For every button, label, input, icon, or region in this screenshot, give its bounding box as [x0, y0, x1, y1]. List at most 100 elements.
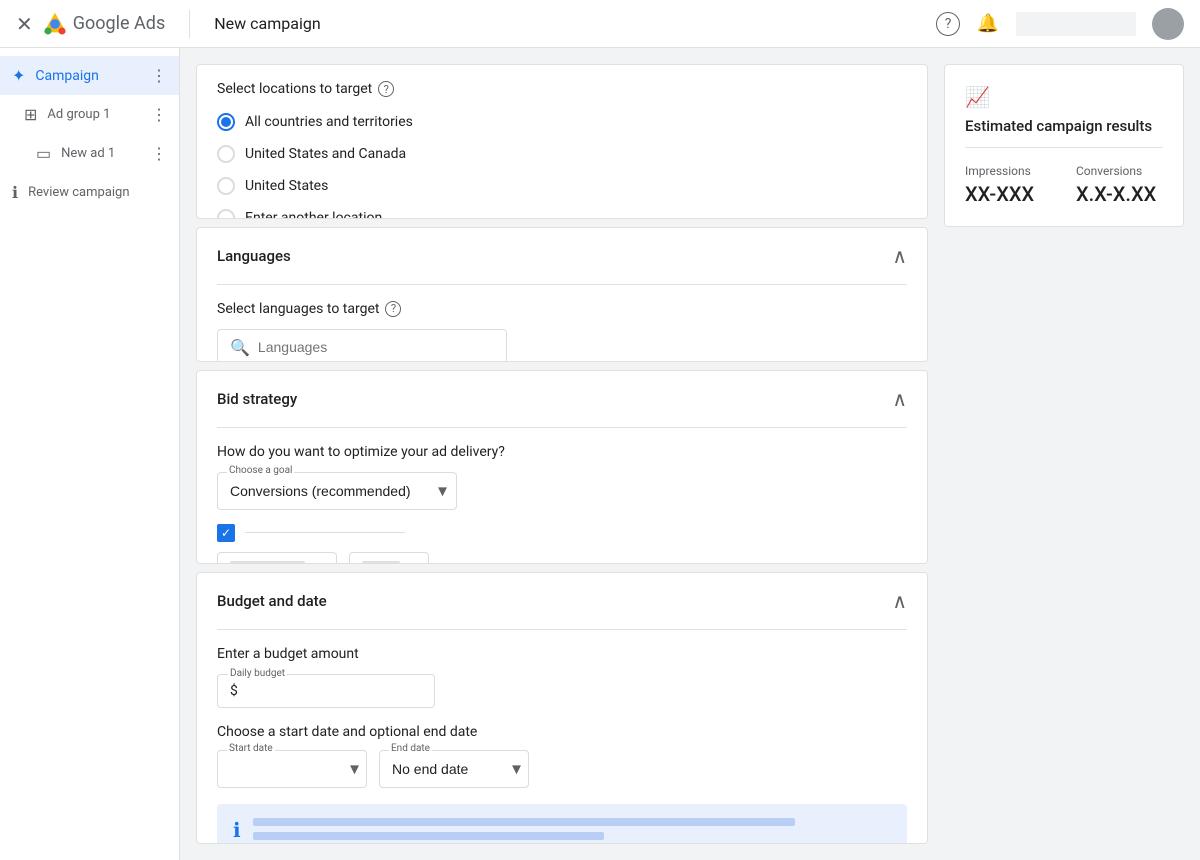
location-radio-group: All countries and territories United Sta… — [217, 113, 907, 219]
goal-select[interactable]: Conversions (recommended) — [217, 472, 457, 510]
ad-group-menu-icon[interactable]: ⋮ — [151, 105, 167, 124]
bid-input-1[interactable] — [217, 552, 337, 564]
google-logo: Google Ads — [41, 10, 165, 38]
sidebar: ✦ Campaign ⋮ ⊞ Ad group 1 ⋮ ▭ New ad 1 ⋮… — [0, 48, 180, 860]
radio-another-circle — [217, 209, 235, 219]
start-date-select[interactable] — [217, 750, 367, 788]
results-chart-icon: 📈 — [965, 85, 1163, 109]
location-option-another-label: Enter another location — [245, 210, 382, 219]
sidebar-item-new-ad[interactable]: ▭ New ad 1 ⋮ — [0, 134, 179, 173]
form-area: Select locations to target ? All countri… — [196, 64, 928, 844]
bid-strategy-chevron-icon: ∧ — [892, 387, 907, 411]
app-name: Google Ads — [73, 13, 165, 34]
info-line-2 — [253, 832, 604, 840]
daily-budget-wrap[interactable]: Daily budget $ — [217, 674, 435, 708]
budget-body: Enter a budget amount Daily budget $ Cho… — [197, 630, 927, 844]
budget-chevron-icon: ∧ — [892, 589, 907, 613]
bid-checkbox[interactable]: ✓ — [217, 524, 235, 542]
new-ad-menu-icon[interactable]: ⋮ — [151, 144, 167, 163]
languages-chevron-icon: ∧ — [892, 244, 907, 268]
results-card: 📈 Estimated campaign results Impressions… — [944, 64, 1184, 227]
languages-search-wrap[interactable]: 🔍 — [217, 329, 507, 362]
impressions-value: XX-XXX — [965, 182, 1052, 206]
bid-input-1-placeholder — [230, 561, 305, 564]
languages-body: Select languages to target ? 🔍 — [197, 285, 927, 362]
languages-section: Languages ∧ Select languages to target ?… — [196, 227, 928, 362]
sidebar-review-label: Review campaign — [28, 185, 167, 200]
impressions-col: Impressions XX-XXX — [965, 164, 1052, 206]
results-title: Estimated campaign results — [965, 117, 1163, 135]
bid-input-2[interactable] — [349, 552, 429, 564]
info-banner-text — [253, 818, 891, 844]
location-option-us-label: United States — [245, 178, 328, 194]
campaign-menu-icon[interactable]: ⋮ — [151, 66, 167, 85]
main-layout: ✦ Campaign ⋮ ⊞ Ad group 1 ⋮ ▭ New ad 1 ⋮… — [0, 48, 1200, 860]
daily-budget-input[interactable] — [242, 683, 422, 699]
languages-help-icon[interactable]: ? — [385, 301, 401, 317]
google-ads-logo-icon — [41, 10, 69, 38]
budget-section: Budget and date ∧ Enter a budget amount … — [196, 572, 928, 844]
location-option-all-label: All countries and territories — [245, 114, 413, 130]
impressions-label: Impressions — [965, 164, 1052, 178]
conversions-col: Conversions X.X-X.XX — [1076, 164, 1163, 206]
start-date-wrap: Start date ▾ — [217, 750, 367, 788]
date-range-label: Choose a start date and optional end dat… — [217, 724, 907, 740]
help-icon[interactable]: ? — [936, 12, 960, 36]
languages-label: Select languages to target ? — [217, 301, 907, 317]
locations-label: Select locations to target ? — [217, 81, 907, 97]
conversions-value: X.X-X.XX — [1076, 182, 1163, 206]
locations-help-icon[interactable]: ? — [378, 81, 394, 97]
sidebar-new-ad-label: New ad 1 — [61, 146, 141, 161]
locations-body: Select locations to target ? All countri… — [197, 65, 927, 219]
radio-us-circle — [217, 177, 235, 195]
close-button[interactable]: ✕ — [16, 12, 33, 36]
conversions-label: Conversions — [1076, 164, 1163, 178]
languages-title: Languages — [217, 247, 291, 265]
sidebar-item-campaign[interactable]: ✦ Campaign ⋮ — [0, 56, 179, 95]
date-row: Start date ▾ End date No end date ▾ — [217, 750, 907, 788]
radio-all-dot — [221, 117, 231, 127]
review-icon: ℹ — [12, 183, 18, 202]
sidebar-item-review[interactable]: ℹ Review campaign — [0, 173, 179, 212]
sidebar-campaign-label: Campaign — [35, 68, 141, 84]
user-avatar[interactable] — [1152, 8, 1184, 40]
end-date-wrap: End date No end date ▾ — [379, 750, 529, 788]
budget-amount-label: Enter a budget amount — [217, 646, 907, 662]
nav-divider — [189, 10, 190, 38]
sidebar-ad-group-label: Ad group 1 — [47, 107, 141, 122]
ad-group-icon: ⊞ — [24, 105, 37, 124]
bid-inputs-row — [217, 552, 907, 564]
bid-checkbox-row: ✓ — [217, 524, 907, 542]
location-option-another[interactable]: Enter another location — [217, 209, 907, 219]
sidebar-item-ad-group[interactable]: ⊞ Ad group 1 ⋮ — [0, 95, 179, 134]
location-option-us-canada-label: United States and Canada — [245, 146, 406, 162]
location-option-all[interactable]: All countries and territories — [217, 113, 907, 131]
info-banner-icon: ℹ — [233, 818, 241, 842]
results-metrics-row: Impressions XX-XXX Conversions X.X-X.XX — [965, 164, 1163, 206]
location-option-us-canada[interactable]: United States and Canada — [217, 145, 907, 163]
bid-strategy-section: Bid strategy ∧ How do you want to optimi… — [196, 370, 928, 564]
budget-header[interactable]: Budget and date ∧ — [197, 573, 927, 629]
goal-select-label: Choose a goal — [227, 465, 294, 476]
languages-header[interactable]: Languages ∧ — [197, 228, 927, 284]
bid-strategy-header[interactable]: Bid strategy ∧ — [197, 371, 927, 427]
location-option-us[interactable]: United States — [217, 177, 907, 195]
results-divider — [965, 147, 1163, 148]
checkbox-check-icon: ✓ — [221, 526, 231, 540]
end-date-select[interactable]: No end date — [379, 750, 529, 788]
right-panel: 📈 Estimated campaign results Impressions… — [944, 64, 1184, 844]
notifications-icon[interactable]: 🔔 — [976, 12, 1000, 36]
radio-all-circle — [217, 113, 235, 131]
end-date-label: End date — [389, 743, 432, 754]
locations-section: Select locations to target ? All countri… — [196, 64, 928, 219]
bid-strategy-body: How do you want to optimize your ad deli… — [197, 428, 927, 564]
campaign-title: New campaign — [214, 14, 320, 33]
main-content: Select locations to target ? All countri… — [180, 48, 1200, 860]
campaign-icon: ✦ — [12, 66, 25, 85]
nav-right: ? 🔔 — [936, 8, 1184, 40]
bid-strategy-title: Bid strategy — [217, 390, 297, 408]
nav-left: ✕ Google Ads New campaign — [16, 10, 321, 38]
bid-checkbox-line — [245, 532, 405, 533]
start-date-label: Start date — [227, 743, 275, 754]
languages-search-input[interactable] — [258, 339, 494, 355]
